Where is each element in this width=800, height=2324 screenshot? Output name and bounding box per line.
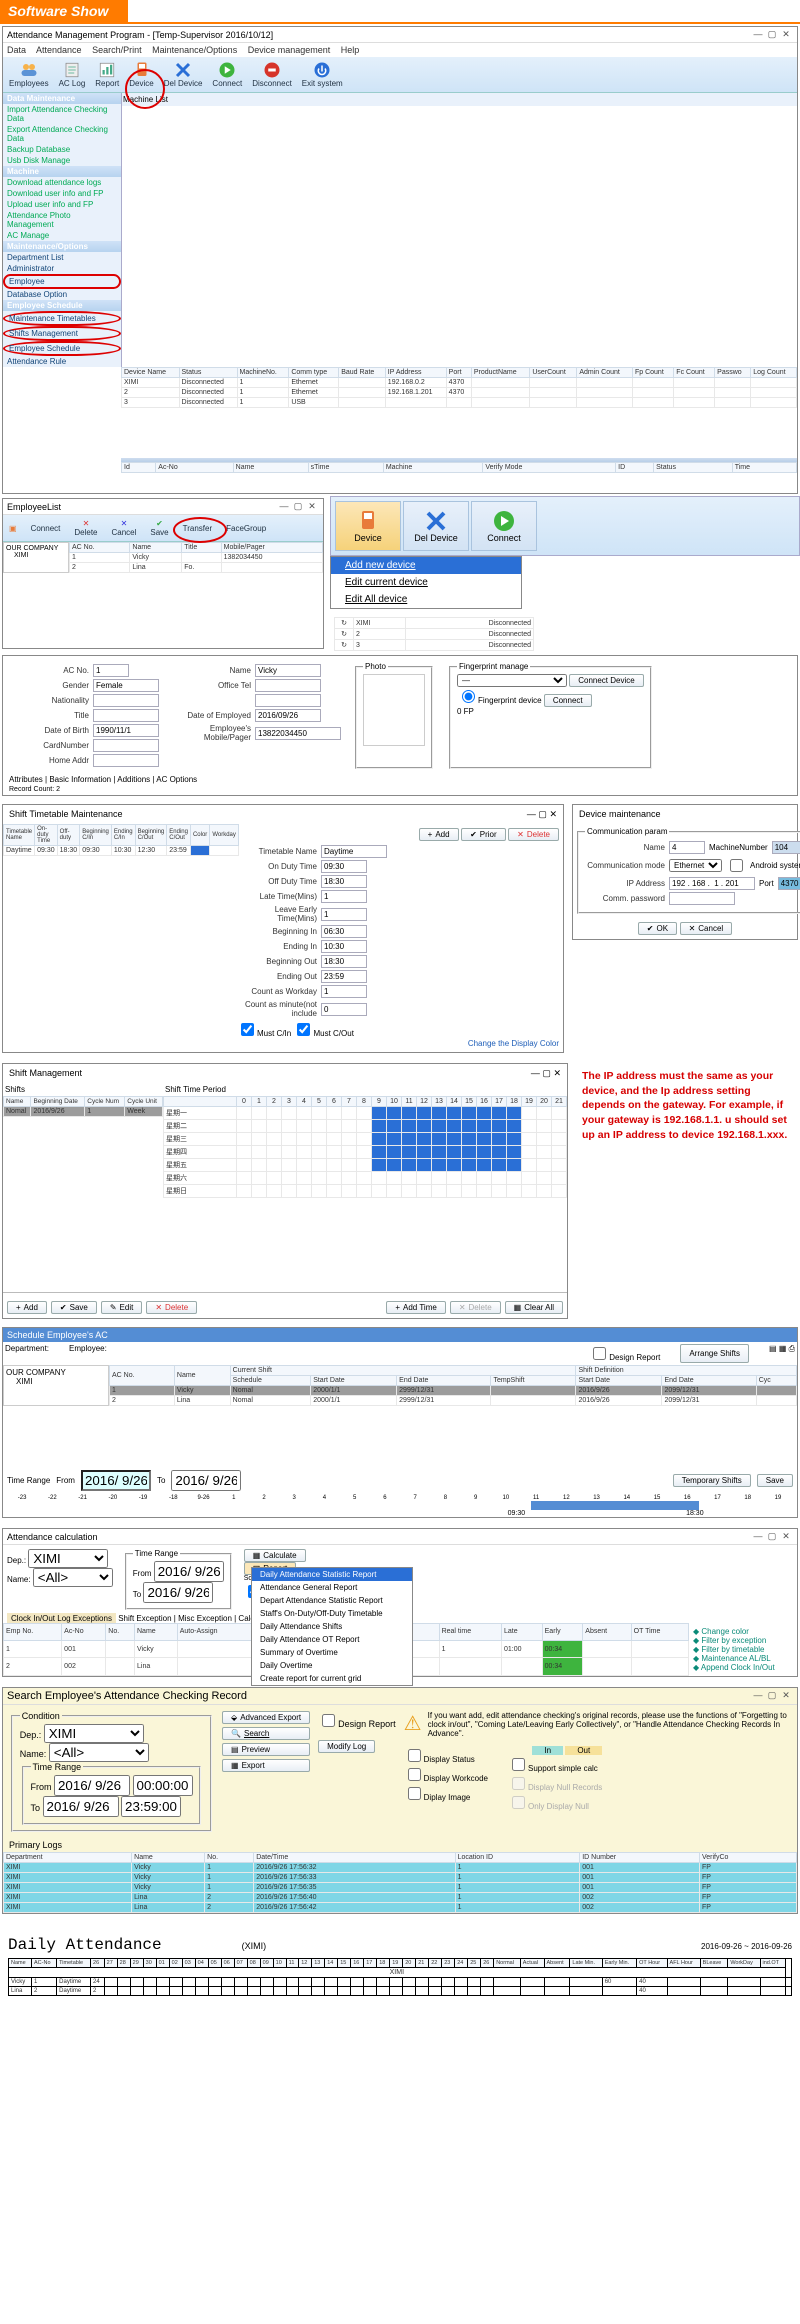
menubar: Data Attendance Search/Print Maintenance… (3, 43, 797, 57)
daily-report-table: NameAC-NoTimetable2627282930010203040506… (8, 1958, 792, 1996)
cancel-mini[interactable]: ✕Cancel (111, 519, 136, 537)
delete-mini[interactable]: ✕Delete (74, 519, 97, 537)
tt-add[interactable]: + Add (419, 828, 459, 841)
device-maint-window: Device maintenance Communication param N… (572, 804, 798, 940)
connect-mini[interactable]: Connect (31, 524, 61, 533)
modify-log-btn[interactable]: Modify Log (318, 1740, 375, 1753)
menu-edit-all[interactable]: Edit All device (331, 591, 521, 608)
temp-shifts-btn[interactable]: Temporary Shifts (673, 1474, 751, 1487)
device-btn2[interactable]: ▣ (9, 524, 17, 533)
menu-add-device[interactable]: Add new device (331, 557, 521, 574)
min-icon[interactable]: — (751, 29, 765, 39)
deldevice-btn[interactable]: Del Device (164, 61, 203, 88)
shift-mgmt-window: Shift Management— ▢ ✕ Shifts NameBeginni… (2, 1063, 568, 1319)
tt-prior[interactable]: ✔ Prior (461, 828, 506, 841)
menu-edit-current[interactable]: Edit current device (331, 574, 521, 591)
schedule-window: Schedule Employee's AC Department: Emplo… (2, 1327, 798, 1518)
report-btn[interactable]: Report (95, 61, 119, 88)
aclog-btn[interactable]: AC Log (59, 61, 86, 88)
main-window: Attendance Management Program - [Temp-Su… (2, 26, 798, 494)
close-icon[interactable]: ✕ (779, 29, 793, 40)
name-input[interactable] (255, 664, 321, 677)
max-icon[interactable]: ▢ (765, 29, 779, 40)
facegroup[interactable]: FaceGroup (226, 524, 266, 533)
window-controls: —▢✕ (751, 29, 793, 40)
connect-btn[interactable]: Connect (212, 61, 242, 88)
transfer-mini[interactable]: Transfer (183, 524, 213, 533)
calc-window: Attendance calculation—▢✕ Dep.: XIMI Nam… (2, 1528, 798, 1677)
big-del-btn[interactable]: Del Device (403, 501, 469, 551)
window-title: Attendance Management Program - [Temp-Su… (7, 30, 273, 40)
save-mini[interactable]: ✔Save (150, 519, 168, 537)
export-btn[interactable]: ▦ Export (222, 1759, 310, 1772)
big-device-btn[interactable]: Device (335, 501, 401, 551)
report-popup: Daily Attendance Statistic ReportAttenda… (251, 1567, 413, 1686)
connect-device-btn[interactable]: Connect Device (569, 674, 643, 687)
employee-form: AC No. Gender Nationality Title Date of … (2, 655, 798, 796)
main-toolbar: Employees AC Log Report Device Del Devic… (3, 57, 797, 93)
sidebar: Data Maintenance Import Attendance Check… (3, 93, 122, 367)
devmaint-ok[interactable]: ✔ OK (638, 922, 677, 935)
log-table: IdAc-NoNamesTimeMachineVerify ModeIDStat… (121, 462, 797, 473)
timetable-window: Shift Timetable Maintenance — ▢ ✕ Timeta… (2, 804, 564, 1053)
employee-table: AC No.NameTitleMobile/Pager1Vicky1382034… (69, 542, 323, 573)
disconnect-btn[interactable]: Disconnect (252, 61, 292, 88)
search-window: Search Employee's Attendance Checking Re… (2, 1687, 798, 1915)
device-dropdown: Add new device Edit current device Edit … (330, 556, 522, 609)
gantt-table: 0123456789101112131415161718192021星期一星期二… (163, 1096, 567, 1198)
main-pane: Machine List Device NameStatusMachineNo.… (121, 93, 797, 493)
search-btn[interactable]: 🔍 Search (222, 1727, 310, 1740)
titlebar: Attendance Management Program - [Temp-Su… (3, 27, 797, 43)
primary-logs-table: DepartmentNameNo.Date/TimeLocation IDID … (3, 1852, 797, 1913)
device-btn[interactable]: Device (129, 61, 153, 88)
tab-machine-list[interactable]: Machine List (121, 93, 797, 106)
device-table: Device NameStatusMachineNo.Comm typeBaud… (121, 367, 797, 408)
banner: Software Show (0, 0, 128, 22)
devmaint-cancel[interactable]: ✕ Cancel (680, 922, 733, 935)
ip-note: The IP address must the same as your dev… (574, 1061, 800, 1321)
tt-delete[interactable]: ✕ Delete (508, 828, 559, 841)
big-connect-btn[interactable]: Connect (471, 501, 537, 551)
employee-list-window: EmployeeList—▢✕ ▣ Connect ✕Delete ✕Cance… (2, 498, 324, 649)
preview-btn[interactable]: ▤ Preview (222, 1743, 310, 1756)
timetable-grid: Timetable NameOn-duty TimeOff-dutyBeginn… (3, 824, 239, 856)
schedule-table: AC No.NameCurrent ShiftShift DefinitionS… (109, 1365, 797, 1406)
adv-export[interactable]: ⬙ Advanced Export (222, 1711, 310, 1724)
calc-btn[interactable]: ▦ Calculate (244, 1549, 306, 1562)
exit-btn[interactable]: Exit system (302, 61, 343, 88)
employees-btn[interactable]: Employees (9, 61, 49, 88)
arrange-shifts-btn[interactable]: Arrange Shifts (680, 1344, 749, 1363)
acno-input[interactable] (93, 664, 129, 677)
gender-input[interactable] (93, 679, 159, 692)
device-mini-list: ↻XIMIDisconnected↻2Disconnected↻3Disconn… (334, 617, 534, 651)
sched-save-btn[interactable]: Save (757, 1474, 793, 1487)
